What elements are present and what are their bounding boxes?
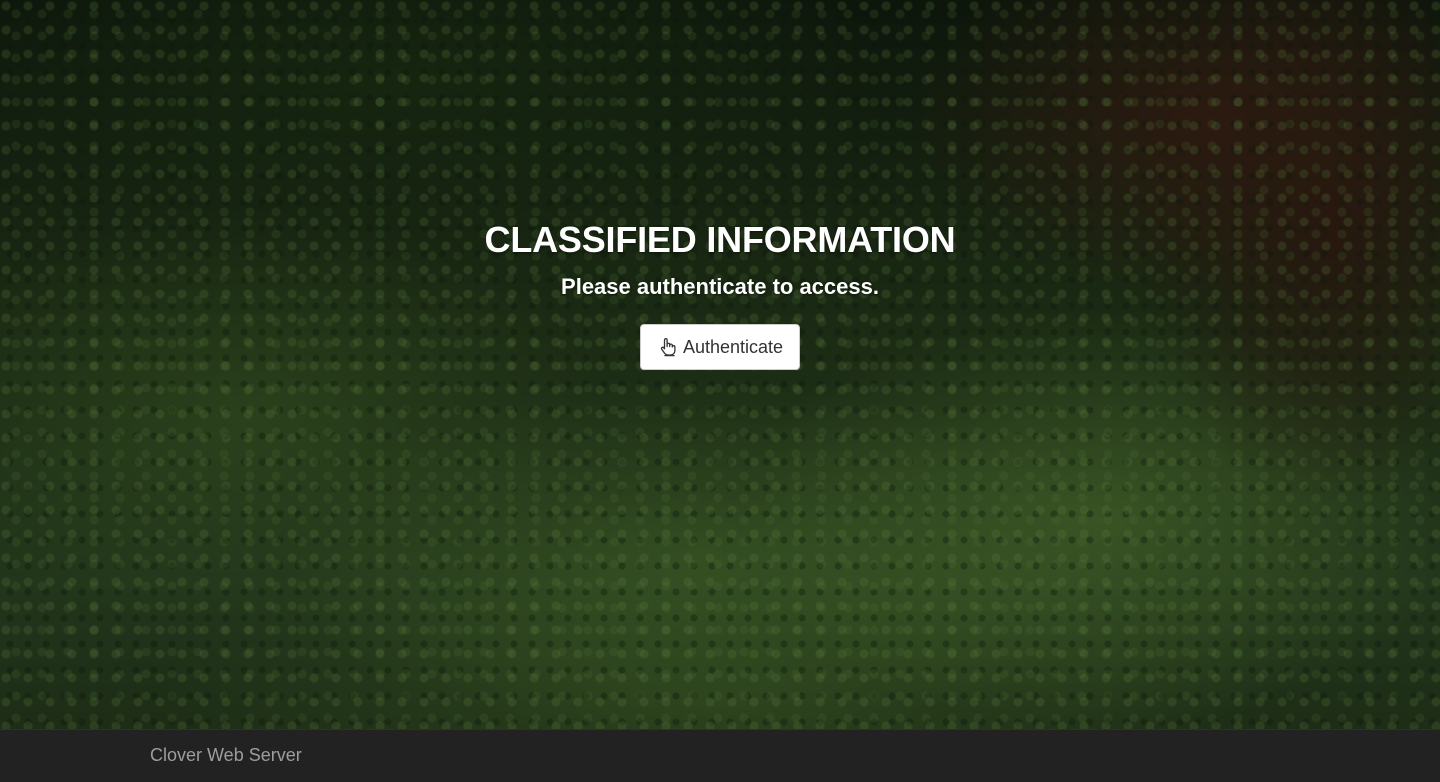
page-subtitle: Please authenticate to access. xyxy=(561,274,879,299)
page: CLASSIFIED INFORMATION Please authentica… xyxy=(0,0,1440,782)
authenticate-button-label: Authenticate xyxy=(682,336,784,357)
footer: Clover Web Server xyxy=(0,729,1440,782)
hand-pointer-icon xyxy=(659,337,677,357)
page-title: CLASSIFIED INFORMATION xyxy=(484,219,956,260)
hero-section: CLASSIFIED INFORMATION Please authentica… xyxy=(0,218,1440,370)
background-overlay xyxy=(0,0,1440,782)
footer-text: Clover Web Server xyxy=(150,745,302,765)
authenticate-button[interactable]: Authenticate xyxy=(639,324,801,370)
